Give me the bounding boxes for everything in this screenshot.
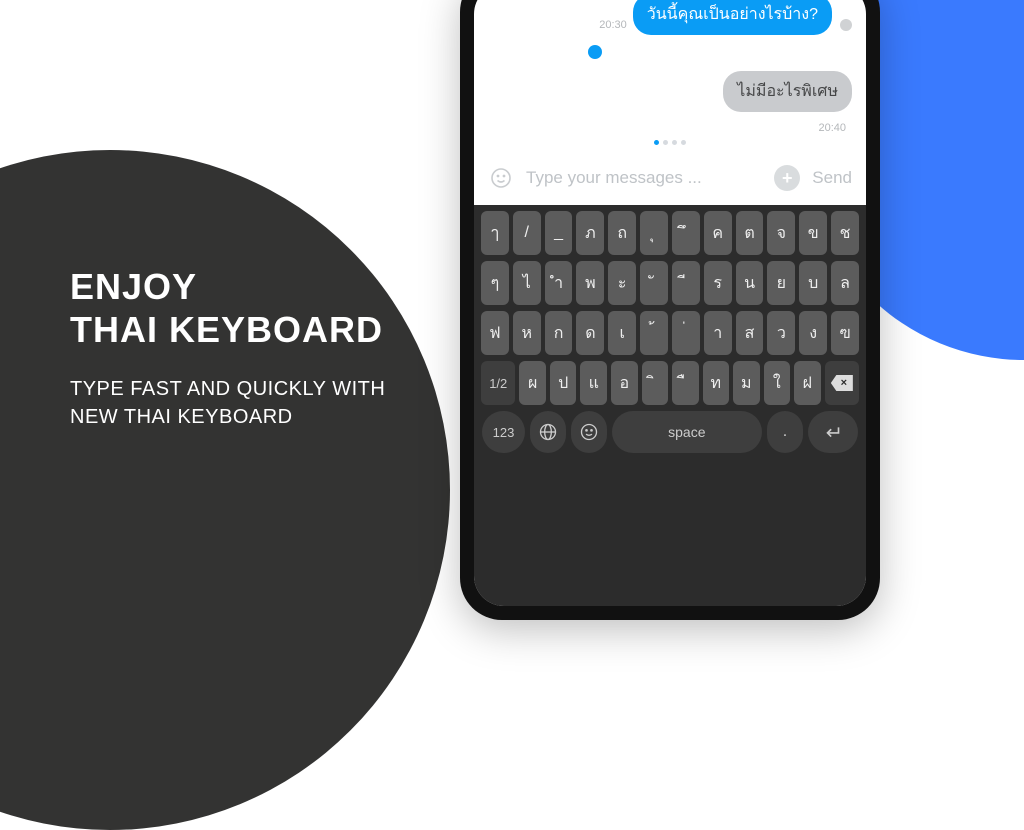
keyboard-key[interactable]: ฝ: [794, 361, 821, 405]
smile-icon: [489, 166, 513, 190]
keyboard-key[interactable]: ใ: [764, 361, 791, 405]
keyboard-switch-key[interactable]: 1/2: [481, 361, 515, 405]
keyboard-key[interactable]: ่: [672, 311, 700, 355]
send-button[interactable]: Send: [812, 168, 852, 188]
keyboard-key[interactable]: ไ: [513, 261, 541, 305]
keyboard-key[interactable]: ๅ: [481, 211, 509, 255]
thai-keyboard: ๅ/_ภถุึคตจขช ๆไำพะัีรนยบล ฟหกดเ้่าสวงฃ 1…: [474, 205, 866, 606]
backspace-key[interactable]: ×: [825, 361, 859, 405]
keyboard-key[interactable]: ข: [799, 211, 827, 255]
keyboard-row-1: ๅ/_ภถุึคตจขช: [478, 211, 862, 255]
smile-icon: [579, 422, 599, 442]
phone-screen: 20:30 วันนี้คุณเป็นอย่างไรบ้าง? ไม่มีอะไ…: [474, 0, 866, 606]
keyboard-key[interactable]: ร: [704, 261, 732, 305]
keyboard-key[interactable]: ำ: [545, 261, 573, 305]
message-time: 20:30: [599, 19, 627, 31]
keyboard-key[interactable]: ั: [640, 261, 668, 305]
keyboard-key[interactable]: ี: [672, 261, 700, 305]
headline-sub-l1: TYPE FAST AND QUICKLY WITH: [70, 378, 385, 400]
enter-key[interactable]: [808, 411, 858, 453]
typing-indicator-dot: [588, 45, 602, 59]
chat-area: 20:30 วันนี้คุณเป็นอย่างไรบ้าง? ไม่มีอะไ…: [474, 0, 866, 157]
keyboard-key[interactable]: พ: [576, 261, 604, 305]
keyboard-key[interactable]: _: [545, 211, 573, 255]
keyboard-key[interactable]: ื: [672, 361, 699, 405]
message-time: 20:40: [818, 122, 846, 134]
keyboard-key[interactable]: จ: [767, 211, 795, 255]
keyboard-key[interactable]: ต: [736, 211, 764, 255]
keyboard-key[interactable]: ิ: [642, 361, 669, 405]
keyboard-key[interactable]: ห: [513, 311, 541, 355]
globe-icon: [538, 422, 558, 442]
keyboard-row-5: 123 space .: [478, 411, 862, 453]
keyboard-key[interactable]: ก: [545, 311, 573, 355]
keyboard-key[interactable]: ส: [736, 311, 764, 355]
keyboard-key[interactable]: ด: [576, 311, 604, 355]
headline-title: ENJOY THAI KEYBOARD: [70, 265, 385, 351]
keyboard-key[interactable]: ึ: [672, 211, 700, 255]
keyboard-key[interactable]: ๆ: [481, 261, 509, 305]
message-input-placeholder[interactable]: Type your messages ...: [526, 168, 762, 188]
keyboard-key[interactable]: น: [736, 261, 764, 305]
emoji-button[interactable]: [488, 165, 514, 191]
headline-sub-l2: NEW THAI KEYBOARD: [70, 406, 293, 428]
background-dark-circle: [0, 150, 450, 830]
attach-button[interactable]: +: [774, 165, 800, 191]
globe-key[interactable]: [530, 411, 566, 453]
keyboard-key[interactable]: ง: [799, 311, 827, 355]
keyboard-key[interactable]: ล: [831, 261, 859, 305]
headline-title-l1: ENJOY: [70, 266, 197, 307]
keyboard-key[interactable]: ้: [640, 311, 668, 355]
keyboard-row-2: ๆไำพะัีรนยบล: [478, 261, 862, 305]
emoji-key[interactable]: [571, 411, 607, 453]
keyboard-row-4: 1/2 ผ ป แ อ ิ ื ท ม ใ ฝ ×: [478, 361, 862, 405]
space-key[interactable]: space: [612, 411, 762, 453]
keyboard-key[interactable]: ผ: [519, 361, 546, 405]
headline-subtitle: TYPE FAST AND QUICKLY WITH NEW THAI KEYB…: [70, 375, 385, 431]
enter-icon: [822, 421, 844, 443]
keyboard-key[interactable]: ฟ: [481, 311, 509, 355]
keyboard-key[interactable]: อ: [611, 361, 638, 405]
message-bubble-outgoing: วันนี้คุณเป็นอย่างไรบ้าง?: [633, 0, 832, 35]
message-input-bar: Type your messages ... + Send: [474, 157, 866, 205]
avatar-dot: [840, 19, 852, 31]
keyboard-key[interactable]: ว: [767, 311, 795, 355]
phone-mockup: 20:30 วันนี้คุณเป็นอย่างไรบ้าง? ไม่มีอะไ…: [460, 0, 880, 620]
keyboard-key[interactable]: บ: [799, 261, 827, 305]
keyboard-key[interactable]: แ: [580, 361, 607, 405]
keyboard-key[interactable]: ุ: [640, 211, 668, 255]
keyboard-key[interactable]: ท: [703, 361, 730, 405]
backspace-icon: ×: [831, 375, 853, 391]
keyboard-key[interactable]: ป: [550, 361, 577, 405]
numeric-switch-key[interactable]: 123: [482, 411, 525, 453]
keyboard-key[interactable]: ภ: [576, 211, 604, 255]
headline-title-l2: THAI KEYBOARD: [70, 309, 383, 350]
keyboard-key[interactable]: ฃ: [831, 311, 859, 355]
keyboard-key[interactable]: า: [704, 311, 732, 355]
keyboard-key[interactable]: ช: [831, 211, 859, 255]
keyboard-row-3: ฟหกดเ้่าสวงฃ: [478, 311, 862, 355]
keyboard-key[interactable]: ม: [733, 361, 760, 405]
keyboard-key[interactable]: เ: [608, 311, 636, 355]
message-bubble-incoming: ไม่มีอะไรพิเศษ: [723, 71, 852, 112]
keyboard-key[interactable]: ย: [767, 261, 795, 305]
keyboard-key[interactable]: ะ: [608, 261, 636, 305]
keyboard-key[interactable]: ค: [704, 211, 732, 255]
message-row-incoming: ไม่มีอะไรพิเศษ: [488, 71, 852, 112]
message-row-outgoing: 20:30 วันนี้คุณเป็นอย่างไรบ้าง?: [488, 0, 852, 35]
period-key[interactable]: .: [767, 411, 803, 453]
keyboard-key[interactable]: /: [513, 211, 541, 255]
keyboard-key[interactable]: ถ: [608, 211, 636, 255]
headline-block: ENJOY THAI KEYBOARD TYPE FAST AND QUICKL…: [70, 265, 385, 431]
page-indicator: [488, 140, 852, 145]
